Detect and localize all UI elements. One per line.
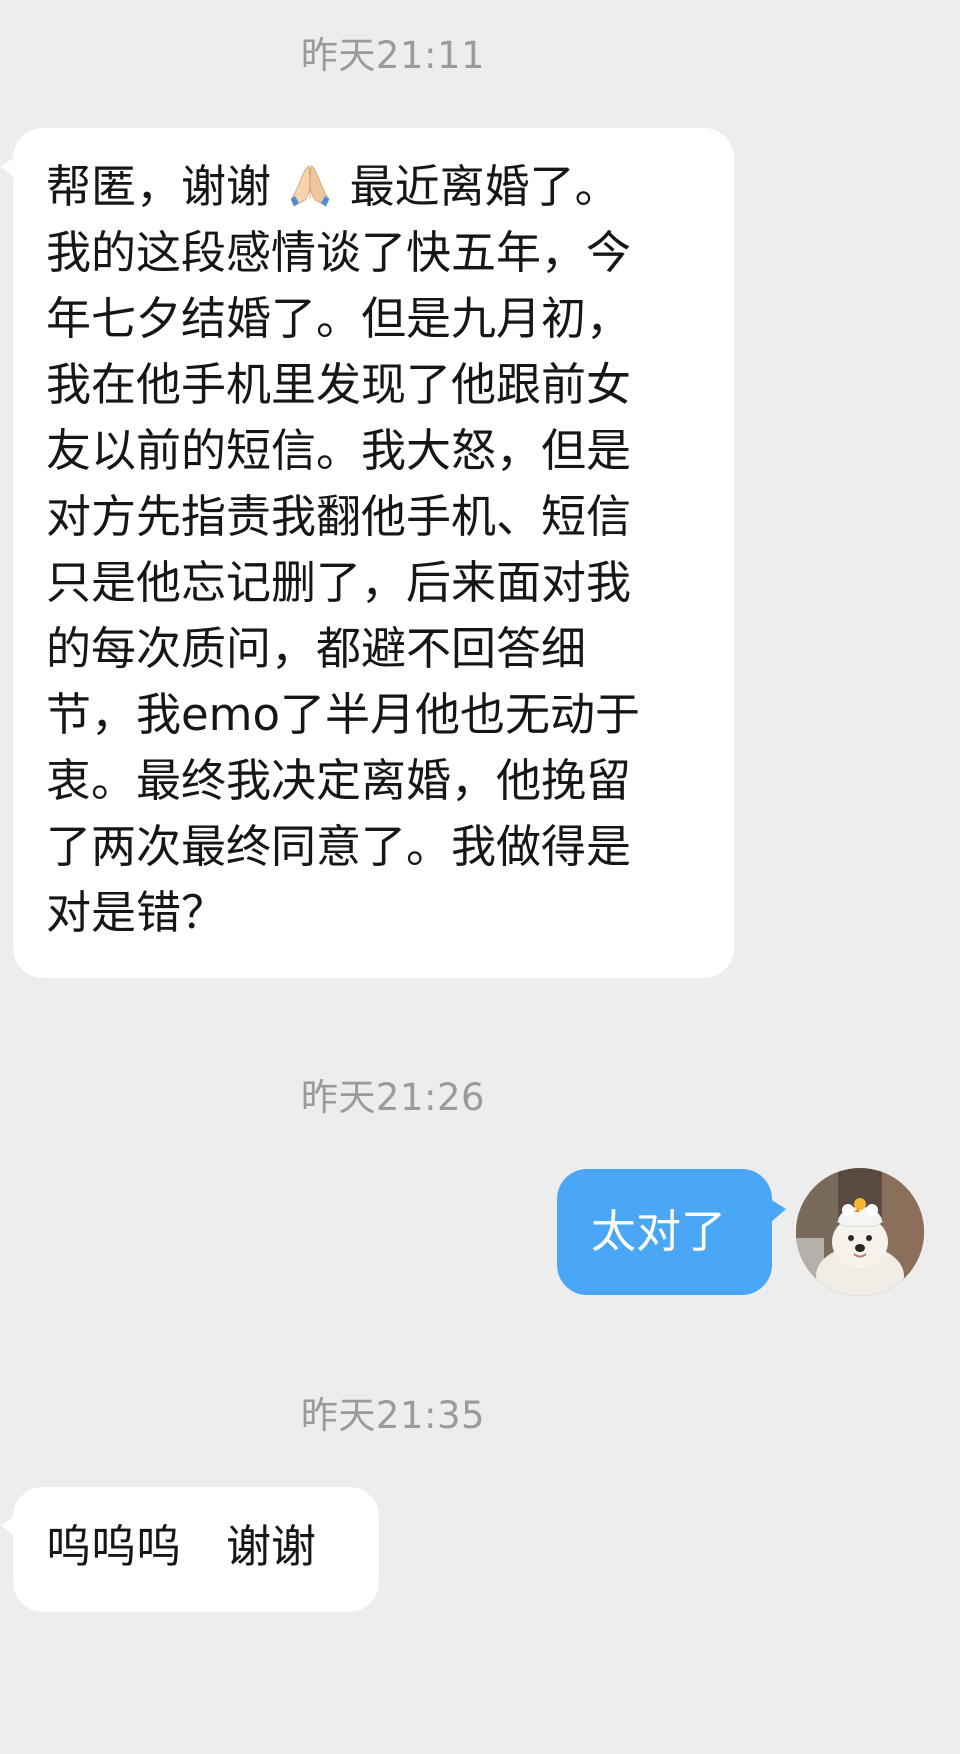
timestamp-2111: 昨天21:11 [300,34,486,77]
message-text: 呜呜呜 谢谢 [46,1520,317,1573]
message-text: 太对了 [591,1205,727,1258]
message-line: 只是他忘记删了，后来面对我 [46,556,632,609]
message-line: 的每次质问，都避不回答细 [46,622,587,675]
user-avatar[interactable] [796,1168,924,1296]
message-line: 了两次最终同意了。我做得是 [46,820,632,873]
message-line: 节，我emo了半月他也无动于 [46,688,641,741]
dog-avatar-icon [796,1168,924,1296]
message-line: 我的这段感情谈了快五年，今 [46,226,632,279]
message-line: 年七夕结婚了。但是九月初， [46,292,632,345]
incoming-message-bubble[interactable]: 帮匿，谢谢 最近离婚了。 我的这段感情谈了快五年，今 年七夕结婚了。但是九月初，… [1,128,734,978]
folded-hands-icon [285,159,335,209]
message-line: 对是错？ [46,886,227,939]
outgoing-message-bubble[interactable]: 太对了 [557,1169,786,1295]
message-line: 友以前的短信。我大怒，但是 [46,424,632,477]
message-line: 我在他手机里发现了他跟前女 [46,358,632,411]
message-line: 对方先指责我翻他手机、短信 [46,490,632,543]
incoming-message-bubble[interactable]: 呜呜呜 谢谢 [1,1487,379,1612]
timestamp-2126: 昨天21:26 [300,1076,486,1119]
message-line: 衷。最终我决定离婚，他挽留 [46,754,632,807]
message-line: 帮匿，谢谢 最近离婚了。 [46,159,620,213]
timestamp-2135: 昨天21:35 [300,1394,486,1437]
